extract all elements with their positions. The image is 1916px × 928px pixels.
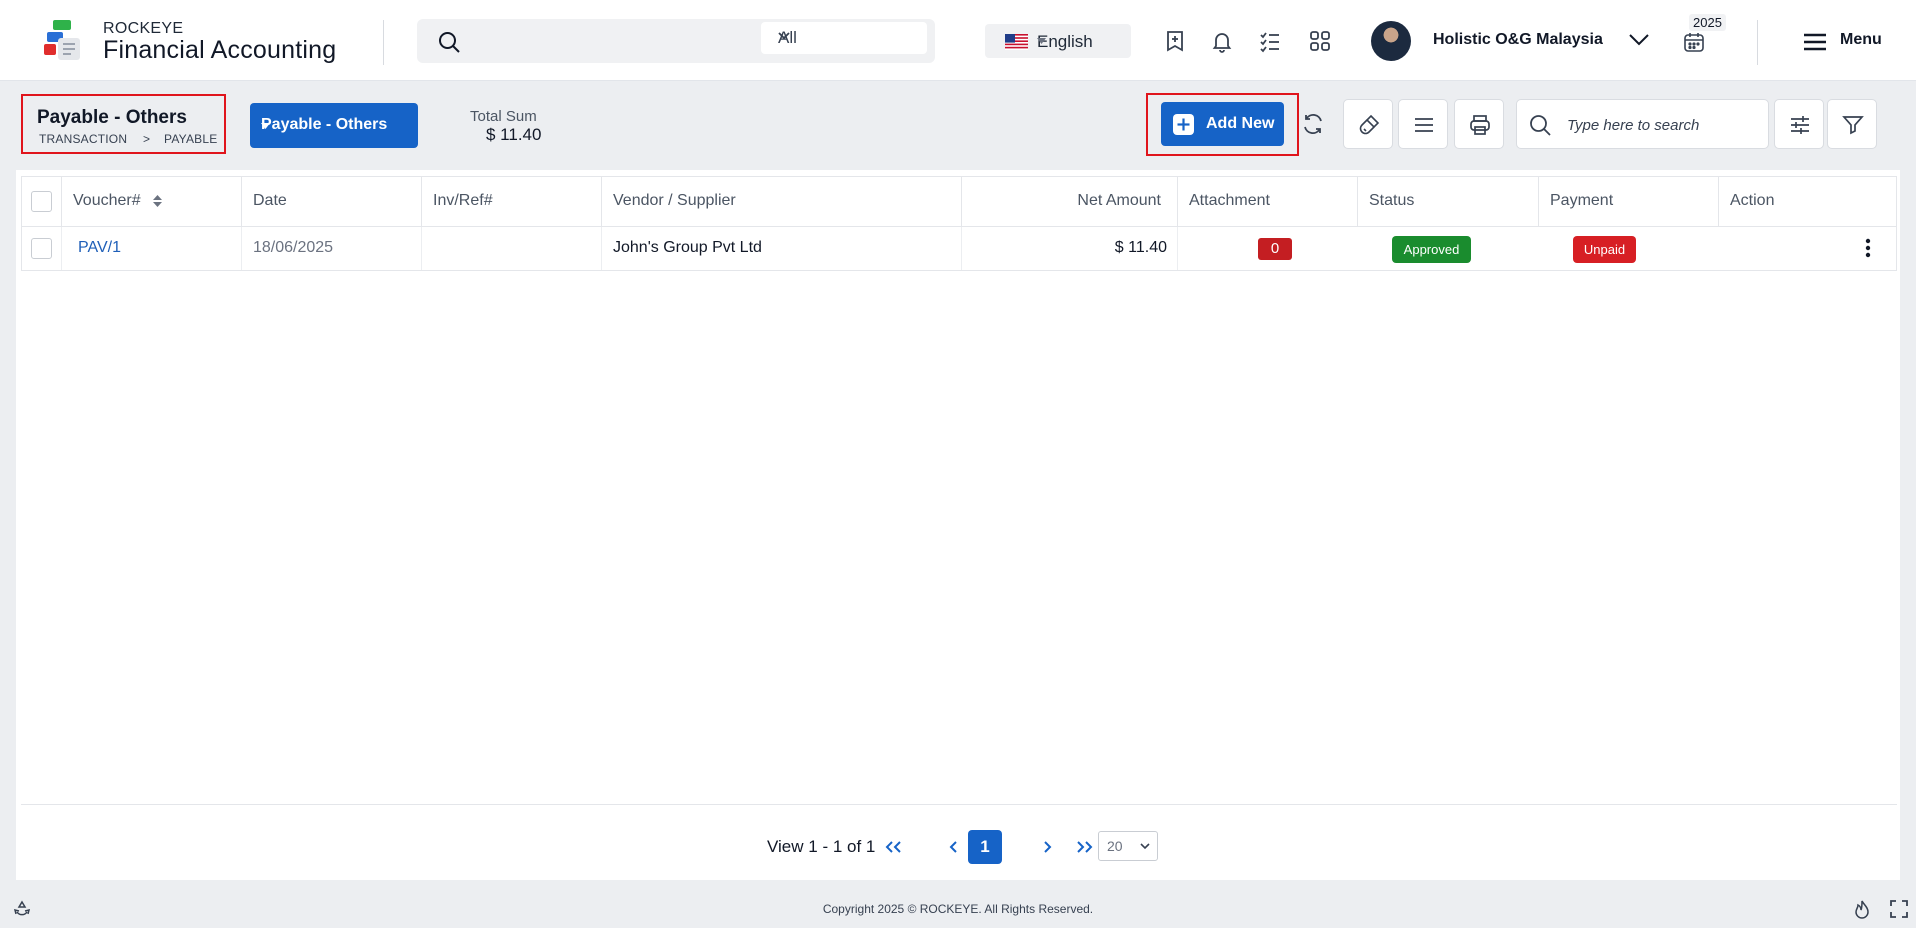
column-label: Date — [253, 192, 287, 209]
avatar[interactable] — [1371, 21, 1411, 61]
add-new-label: Add New — [1206, 115, 1275, 132]
fiscal-year-badge: 2025 — [1689, 14, 1726, 31]
chevron-down-icon[interactable] — [1628, 33, 1650, 47]
voucher-link[interactable]: PAV/1 — [62, 227, 242, 270]
calendar-icon[interactable] — [1683, 31, 1705, 53]
kebab-icon[interactable] — [1865, 238, 1871, 258]
attachment-count-badge[interactable]: 0 — [1258, 238, 1292, 260]
refresh-icon[interactable] — [1301, 112, 1325, 136]
chevron-down-icon — [1140, 843, 1150, 850]
table-header: Voucher# Date Inv/Ref# Vendor / Supplier… — [21, 176, 1897, 227]
checklist-icon[interactable] — [1258, 29, 1282, 53]
table-search[interactable] — [1516, 99, 1769, 149]
column-label: Inv/Ref# — [433, 192, 493, 209]
company-name[interactable]: Holistic O&G Malaysia — [1433, 31, 1603, 49]
column-header-date[interactable]: Date — [242, 177, 422, 227]
chevron-down-icon — [778, 32, 915, 40]
language-select[interactable]: English — [985, 24, 1131, 58]
filter-button[interactable] — [1827, 99, 1877, 149]
column-settings-button[interactable] — [1774, 99, 1824, 149]
first-page-icon[interactable] — [884, 830, 904, 864]
search-icon — [437, 30, 461, 54]
rockeye-logo[interactable] — [44, 20, 84, 62]
brand-product: Financial Accounting — [103, 36, 337, 64]
pagination-info: View 1 - 1 of 1 — [767, 837, 876, 856]
data-table-panel: Voucher# Date Inv/Ref# Vendor / Supplier… — [16, 170, 1900, 880]
add-new-button[interactable]: Add New — [1161, 102, 1284, 146]
column-header-status[interactable]: Status — [1358, 177, 1539, 227]
select-all-checkbox[interactable] — [31, 191, 52, 212]
caret-down-icon — [261, 123, 407, 129]
next-page-icon[interactable] — [1041, 830, 1053, 864]
page-title: Payable - Others — [37, 107, 187, 128]
document-type-select[interactable]: Payable - Others — [250, 103, 418, 148]
column-header-action: Action — [1719, 177, 1896, 227]
column-label: Vendor / Supplier — [613, 192, 736, 209]
divider — [21, 804, 1897, 805]
current-page-button[interactable]: 1 — [968, 830, 1002, 864]
column-label: Action — [1730, 192, 1775, 209]
breadcrumb-payable[interactable]: PAYABLE — [164, 132, 217, 146]
caret-down-icon — [1037, 38, 1121, 44]
column-label: Voucher# — [73, 192, 141, 209]
row-select-cell — [22, 227, 62, 270]
plus-icon — [1173, 114, 1194, 135]
status-badge: Approved — [1392, 236, 1471, 263]
breadcrumb-separator: > — [143, 132, 151, 146]
table-search-input[interactable] — [1567, 113, 1757, 137]
total-sum-label: Total Sum — [470, 108, 537, 125]
total-sum-value: $ 11.40 — [486, 125, 542, 144]
net-amount-cell: $ 11.40 — [962, 227, 1178, 270]
menu-label[interactable]: Menu — [1840, 31, 1882, 49]
last-page-icon[interactable] — [1074, 830, 1094, 864]
divider — [383, 20, 384, 65]
bookmark-add-icon[interactable] — [1163, 29, 1187, 53]
vendor-cell: John's Group Pvt Ltd — [602, 227, 962, 270]
us-flag-icon — [1005, 34, 1028, 50]
fullscreen-icon[interactable] — [1890, 900, 1908, 918]
table-row[interactable]: PAV/1 18/06/2025 John's Group Pvt Ltd $ … — [21, 227, 1897, 271]
column-label: Attachment — [1189, 192, 1270, 209]
search-scope-select[interactable]: All — [761, 22, 927, 54]
breadcrumb-transaction[interactable]: TRANSACTION — [39, 132, 127, 146]
prev-page-icon[interactable] — [948, 830, 960, 864]
date-cell: 18/06/2025 — [242, 227, 422, 270]
row-checkbox[interactable] — [31, 238, 52, 259]
column-header-attachment[interactable]: Attachment — [1178, 177, 1358, 227]
print-button[interactable] — [1454, 99, 1504, 149]
page-size-value: 20 — [1107, 838, 1123, 854]
divider — [1757, 20, 1758, 65]
top-header: ROCKEYE Financial Accounting All English — [0, 0, 1916, 81]
column-label: Payment — [1550, 192, 1614, 209]
sort-icon — [153, 194, 163, 207]
column-label: Status — [1369, 192, 1415, 209]
column-label: Net Amount — [1077, 192, 1161, 209]
column-header-payment[interactable]: Payment — [1539, 177, 1719, 227]
copyright-text: Copyright 2025 © ROCKEYE. All Rights Res… — [822, 902, 1094, 916]
page-size-select[interactable]: 20 — [1098, 831, 1158, 861]
column-header-net-amount[interactable]: Net Amount — [962, 177, 1178, 227]
payment-badge: Unpaid — [1573, 236, 1636, 263]
list-view-button[interactable] — [1398, 99, 1448, 149]
inv-ref-cell — [422, 227, 602, 270]
hamburger-menu-icon[interactable] — [1803, 33, 1827, 51]
bell-icon[interactable] — [1210, 29, 1234, 53]
column-header-voucher[interactable]: Voucher# — [62, 177, 242, 227]
flame-icon[interactable] — [1853, 900, 1871, 920]
select-all-cell — [22, 177, 62, 227]
column-header-vendor[interactable]: Vendor / Supplier — [602, 177, 962, 227]
column-header-inv-ref[interactable]: Inv/Ref# — [422, 177, 602, 227]
clear-filters-button[interactable] — [1343, 99, 1393, 149]
apps-grid-icon[interactable] — [1308, 29, 1332, 53]
